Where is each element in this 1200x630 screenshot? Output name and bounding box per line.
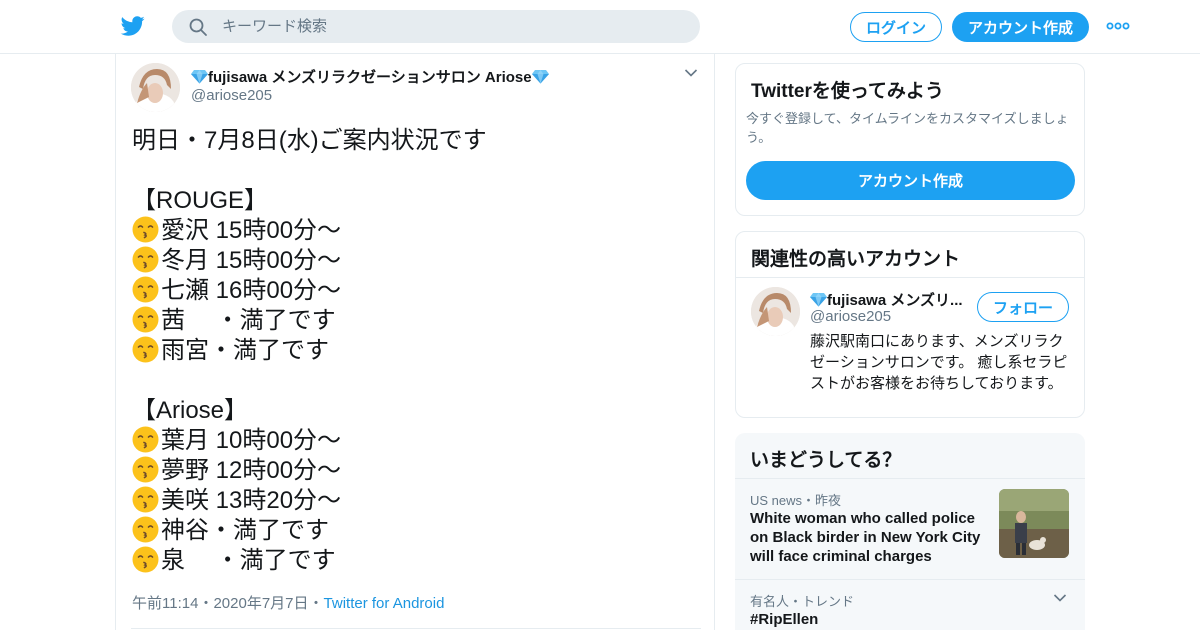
tweet-text: 明日・7月8日(水)ご案内状況です 【ROUGE】愛沢 15時00分～ 冬月 15時…: [132, 126, 692, 576]
meta-separator: ・: [198, 595, 214, 612]
divider: [735, 579, 1085, 580]
tweet-meta: 午前11:14・2020年7月7日・Twitter for Android: [132, 592, 444, 613]
follow-button[interactable]: フォロー: [977, 292, 1069, 322]
kissing-face-icon: [132, 486, 159, 513]
tweet-line-text: 美咲 13時20分～: [161, 487, 342, 514]
diamond-icon: [531, 70, 549, 84]
trend-headline: White woman who called police on Black b…: [750, 510, 981, 565]
tweet-line: 茜 ・満了です: [132, 306, 692, 336]
related-accounts-card: 関連性の高いアカウント fujisawa メンズリ... @ariose205 …: [735, 231, 1085, 418]
tweet-line: 葉月 10時00分～: [132, 426, 692, 456]
divider: [131, 628, 701, 629]
trends-card: いまどうしてる？ US news・昨夜 White woman who call…: [735, 433, 1085, 630]
signup-button[interactable]: アカウント作成: [746, 161, 1075, 200]
avatar[interactable]: [751, 287, 800, 336]
tweet-line-text: 【ROUGE】: [132, 187, 269, 214]
tweet-line: 冬月 15時00分～: [132, 246, 692, 276]
diamond-icon: [191, 70, 208, 84]
tweet-line: 愛沢 15時00分～: [132, 216, 692, 246]
tweet-time[interactable]: 午前11:14: [132, 595, 198, 612]
tweet-line: 美咲 13時20分～: [132, 486, 692, 516]
kissing-face-icon: [132, 516, 159, 543]
tweet-line: [132, 156, 692, 186]
tweet-source-link[interactable]: Twitter for Android: [324, 595, 445, 612]
tweet-line-text: 泉 ・満了です: [161, 547, 336, 574]
search-icon: [189, 18, 207, 36]
tweet-line-text: 冬月 15時00分～: [161, 247, 342, 274]
trend-context: 有名人・トレンド: [750, 594, 855, 609]
kissing-face-icon: [132, 276, 159, 303]
tweet-line: [132, 366, 692, 396]
chevron-down-icon[interactable]: [1053, 593, 1067, 603]
top-nav-bar: ログイン アカウント作成: [0, 0, 1200, 54]
avatar-photo-icon: [751, 287, 800, 336]
card-title: Twitterを使ってみよう: [751, 81, 944, 102]
author-name: fujisawa メンズリラクゼーションサロン Ariose: [208, 69, 532, 86]
tweet-line-text: 七瀬 16時00分～: [161, 277, 342, 304]
tweet-line-text: 茜 ・満了です: [161, 307, 336, 334]
tweet-date[interactable]: 2020年7月7日: [213, 595, 308, 612]
account-bio: 藤沢駅南口にあります、メンズリラクゼーションサロンです。 癒し系セラピストがお客…: [810, 333, 1068, 392]
tweet-line: 雨宮・満了です: [132, 336, 692, 366]
diamond-icon: [810, 293, 827, 307]
tweet-line: 明日・7月8日(水)ご案内状況です: [132, 126, 692, 156]
login-button[interactable]: ログイン: [850, 12, 942, 42]
tweet-line: 泉 ・満了です: [132, 546, 692, 576]
account-handle[interactable]: @ariose205: [810, 308, 891, 325]
tweet-line: 【Ariose】: [132, 396, 692, 426]
kissing-face-icon: [132, 216, 159, 243]
search-input[interactable]: [222, 10, 682, 43]
tweet-author-name-row[interactable]: fujisawa メンズリラクゼーションサロン Ariose: [191, 66, 549, 87]
card-title: 関連性の高いアカウント: [751, 249, 961, 270]
tweet-line-text: 夢野 12時00分～: [161, 457, 342, 484]
chevron-down-icon[interactable]: [684, 68, 698, 78]
kissing-face-icon: [132, 546, 159, 573]
tweet-line-text: 葉月 10時00分～: [161, 427, 342, 454]
news-photo-icon: [999, 489, 1069, 558]
more-dots-icon[interactable]: [1106, 19, 1130, 33]
divider: [736, 277, 1084, 278]
kissing-face-icon: [132, 246, 159, 273]
tweet-line: 夢野 12時00分～: [132, 456, 692, 486]
trend-item[interactable]: US news・昨夜 White woman who called police…: [735, 479, 1085, 579]
tweet-line: 七瀬 16時00分～: [132, 276, 692, 306]
avatar[interactable]: [131, 63, 180, 112]
kissing-face-icon: [132, 336, 159, 363]
author-handle[interactable]: @ariose205: [191, 87, 272, 104]
kissing-face-icon: [132, 426, 159, 453]
tweet-line-text: 神谷・満了です: [161, 517, 329, 544]
tweet-line-text: 愛沢 15時00分～: [161, 217, 342, 244]
meta-separator: ・: [308, 595, 324, 612]
card-title: いまどうしてる？: [750, 450, 902, 471]
trend-context: US news・昨夜: [750, 493, 842, 508]
tweet-line: 神谷・満了です: [132, 516, 692, 546]
kissing-face-icon: [132, 456, 159, 483]
signup-button[interactable]: アカウント作成: [952, 12, 1089, 42]
tweet-line: 【ROUGE】: [132, 186, 692, 216]
tweet-line-text: 【Ariose】: [132, 397, 249, 424]
kissing-face-icon: [132, 306, 159, 333]
trend-thumbnail: [999, 489, 1069, 558]
tweet-line-text: 雨宮・満了です: [161, 337, 329, 364]
card-description: 今すぐ登録して、タイムラインをカスタマイズしましょう。: [746, 111, 1069, 145]
try-twitter-card: Twitterを使ってみよう 今すぐ登録して、タイムラインをカスタマイズしましょ…: [735, 63, 1085, 216]
related-account-name[interactable]: fujisawa メンズリ...: [810, 289, 963, 310]
twitter-bird-icon[interactable]: [120, 14, 146, 38]
avatar-photo-icon: [131, 63, 180, 112]
tweet-line-text: 明日・7月8日(水)ご案内状況です: [132, 127, 487, 154]
trend-hashtag[interactable]: #RipEllen: [750, 611, 818, 628]
tweet-card: fujisawa メンズリラクゼーションサロン Ariose @ariose20…: [115, 54, 715, 630]
account-name-label: fujisawa メンズリ...: [827, 292, 963, 309]
search-box[interactable]: [172, 10, 700, 43]
